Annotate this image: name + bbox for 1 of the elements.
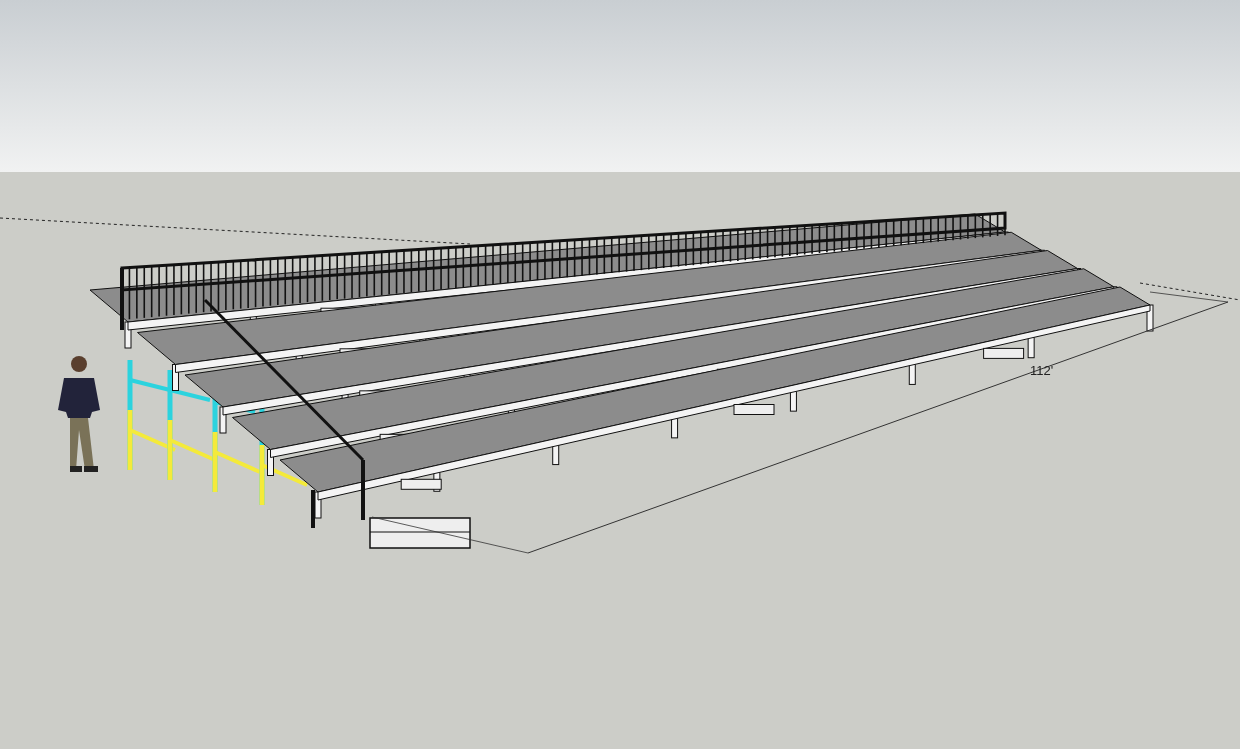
dimension-label: 112' <box>1030 363 1054 378</box>
